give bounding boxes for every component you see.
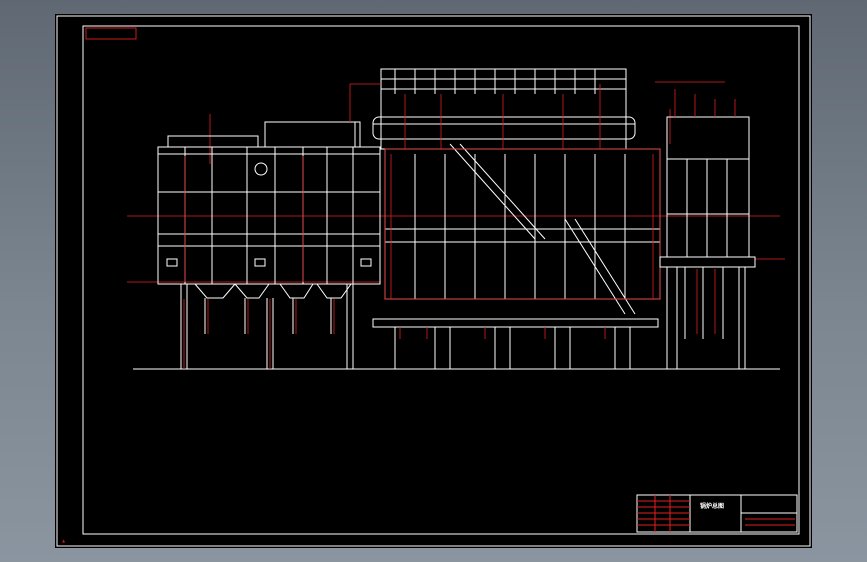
- left-red-details: [183, 156, 335, 369]
- corner-stamp-box: [85, 27, 137, 40]
- right-structure: [659, 116, 756, 369]
- svg-text:▲: ▲: [62, 538, 66, 543]
- furnace-casing: [372, 68, 661, 369]
- title-block: 锅炉总图: [636, 494, 798, 533]
- drawing-name: 锅炉总图: [700, 502, 724, 510]
- drawing-sheet[interactable]: ▲ 锅炉总图: [55, 14, 812, 548]
- center-lines: [127, 109, 785, 283]
- cad-drawing: ▲ 锅炉总图: [56, 15, 811, 547]
